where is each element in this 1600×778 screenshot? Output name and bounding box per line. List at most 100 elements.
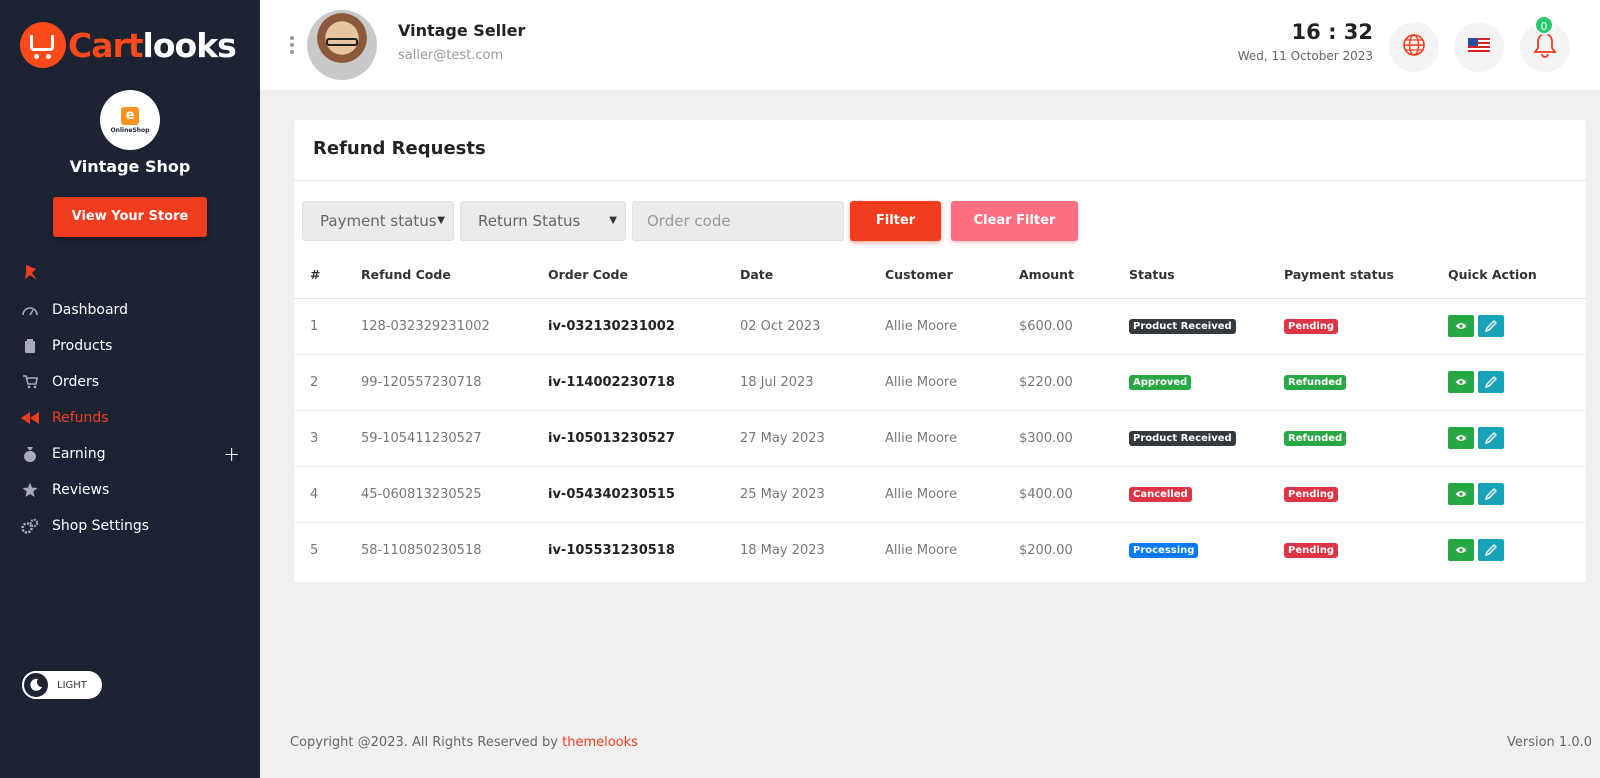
edit-button[interactable] (1478, 539, 1504, 562)
brand-name-part2: looks (142, 25, 237, 65)
cell-amount: $400.00 (1019, 466, 1129, 523)
us-flag-icon (1468, 37, 1490, 57)
cell-amount: $600.00 (1019, 298, 1129, 355)
sidebar-item-label: Earning (52, 446, 106, 462)
cell-customer: Allie Moore (885, 542, 958, 558)
edit-button[interactable] (1478, 427, 1504, 449)
cell-refund-code: 128-032329231002 (343, 298, 548, 355)
cart-icon (21, 373, 39, 391)
col-header-quick-action: Quick Action (1448, 252, 1586, 299)
brand-name-part1: Cart (68, 25, 144, 65)
sidebar-item-orders[interactable]: Orders (0, 364, 260, 400)
cell-date: 02 Oct 2023 (740, 298, 885, 355)
view-store-button[interactable]: View Your Store (53, 197, 207, 237)
table-row: 5 58-110850230518 iv-105531230518 18 May… (294, 522, 1586, 578)
cell-date: 18 May 2023 (740, 542, 825, 558)
payment-status-badge: Pending (1284, 543, 1339, 559)
menu-dots-icon[interactable] (290, 36, 294, 57)
sidebar-item-reviews[interactable]: Reviews (0, 472, 260, 508)
avatar[interactable] (307, 10, 377, 80)
order-code-input[interactable]: Order code (632, 201, 844, 241)
bell-icon (1533, 32, 1557, 62)
currency-flag-button[interactable] (1454, 22, 1504, 72)
cartlooks-logo[interactable]: Cartlooks (20, 22, 237, 68)
notification-count-badge: 0 (1534, 15, 1554, 35)
globe-icon (1402, 33, 1426, 61)
cell-amount: $300.00 (1019, 410, 1129, 467)
status-badge: Product Received (1129, 431, 1236, 446)
seller-email: saller@test.com (398, 48, 504, 63)
copyright-text: Copyright @2023. All Rights Reserved by (290, 735, 563, 750)
col-header-refund-code: Refund Code (343, 252, 548, 299)
pencil-icon (1485, 544, 1497, 557)
col-header-status: Status (1129, 252, 1284, 299)
view-button[interactable] (1448, 427, 1474, 449)
cell-num: 3 (294, 410, 343, 467)
eye-icon (1455, 379, 1467, 385)
col-header-order-code: Order Code (548, 252, 740, 299)
cell-refund-code: 58-110850230518 (361, 542, 482, 558)
view-button[interactable] (1448, 315, 1474, 337)
edit-button[interactable] (1478, 315, 1504, 337)
table-row: 1 128-032329231002 iv-032130231002 02 Oc… (294, 298, 1586, 355)
view-button[interactable] (1448, 483, 1474, 505)
shopping-bag-icon: e (121, 106, 139, 125)
edit-button[interactable] (1478, 371, 1504, 393)
cell-status: Approved (1129, 354, 1284, 411)
clear-filter-button[interactable]: Clear Filter (951, 201, 1078, 241)
payment-status-select[interactable]: Payment status ▼ (302, 201, 454, 241)
rewind-icon (21, 409, 39, 427)
cell-customer: Allie Moore (885, 466, 1019, 523)
chevron-down-icon: ▼ (609, 215, 617, 226)
table-row: 3 59-105411230527 iv-105013230527 27 May… (294, 410, 1586, 467)
cell-amount: $200.00 (1019, 542, 1073, 558)
cell-refund-code: 59-105411230527 (343, 410, 548, 467)
clock-date: Wed, 11 October 2023 (1237, 49, 1373, 63)
view-button[interactable] (1448, 371, 1474, 393)
pencil-icon (1485, 488, 1497, 500)
eye-icon (1455, 323, 1467, 329)
theme-label: LIGHT (57, 679, 87, 691)
theme-toggle[interactable]: LIGHT (22, 671, 102, 699)
cell-payment-status: Pending (1284, 298, 1448, 355)
pencil-icon (1485, 376, 1497, 388)
return-status-select-value: Return Status (478, 212, 581, 230)
sidebar-item-refunds[interactable]: Refunds (0, 400, 260, 436)
cell-num: 2 (294, 354, 343, 411)
pin-icon[interactable] (22, 264, 40, 282)
sidebar-item-shop-settings[interactable]: Shop Settings (0, 508, 260, 544)
return-status-select[interactable]: Return Status ▼ (460, 201, 626, 241)
sidebar-item-earning[interactable]: Earning + (0, 436, 260, 472)
sidebar-item-label: Reviews (52, 482, 110, 498)
status-badge: Cancelled (1129, 487, 1192, 502)
table-row: 2 99-120557230718 iv-114002230718 18 Jul… (294, 354, 1586, 411)
sidebar: Cartlooks e OnlineShop Vintage Shop View… (0, 0, 260, 778)
shop-name: Vintage Shop (69, 157, 191, 176)
cell-order-code: iv-054340230515 (548, 466, 740, 523)
sidebar-item-label: Orders (52, 374, 100, 390)
sidebar-item-label: Products (52, 338, 113, 354)
brand-name: Cartlooks (68, 25, 237, 65)
cell-amount: $220.00 (1019, 354, 1129, 411)
cell-num: 5 (310, 542, 319, 558)
cell-refund-code: 45-060813230525 (343, 466, 548, 523)
view-button[interactable] (1448, 539, 1474, 562)
pencil-icon (1485, 320, 1497, 332)
col-header-num: # (294, 252, 343, 299)
edit-button[interactable] (1478, 483, 1504, 505)
clock-time: 16 : 32 (1291, 20, 1373, 44)
language-button[interactable] (1389, 22, 1439, 72)
cell-payment-status: Refunded (1284, 354, 1448, 411)
sidebar-item-products[interactable]: Products (0, 328, 260, 364)
themelooks-link[interactable]: themelooks (562, 735, 638, 750)
filter-button[interactable]: Filter (850, 201, 941, 241)
expand-plus-icon[interactable]: + (223, 442, 240, 466)
cell-quick-action (1448, 410, 1586, 467)
divider (294, 180, 1586, 181)
cell-order-code: iv-032130231002 (548, 298, 740, 355)
sidebar-item-dashboard[interactable]: Dashboard (0, 292, 260, 328)
pencil-icon (1485, 432, 1497, 444)
moon-icon (22, 671, 50, 699)
speedometer-icon (21, 301, 39, 319)
cell-order-code: iv-114002230718 (548, 354, 740, 411)
